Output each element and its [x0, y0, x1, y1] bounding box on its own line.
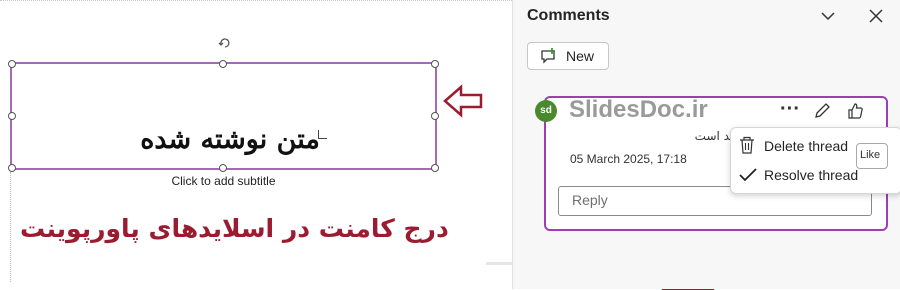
ruler-dotted-line [0, 0, 512, 9]
subtitle-placeholder[interactable]: Click to add subtitle [10, 174, 437, 188]
resize-handle[interactable] [431, 164, 439, 172]
comment-timestamp: 05 March 2025, 17:18 [570, 152, 687, 166]
resize-handle[interactable] [219, 164, 227, 172]
avatar: sd [535, 100, 557, 122]
slide-title-text[interactable]: متن نوشته شده [40, 124, 420, 155]
new-button-label: New [566, 48, 595, 64]
new-comment-icon [541, 48, 555, 64]
close-icon[interactable] [866, 6, 886, 26]
checkmark-icon [739, 168, 757, 182]
arrow-left-annotation [443, 84, 483, 118]
rotate-handle-icon[interactable] [218, 36, 232, 50]
resize-handle[interactable] [8, 112, 16, 120]
more-options-button[interactable]: ··· [780, 98, 800, 121]
scroll-thumb[interactable] [486, 262, 512, 265]
chevron-down-icon[interactable] [818, 6, 838, 26]
guide-line [10, 172, 11, 282]
delete-thread-menu-item[interactable]: Delete thread [764, 138, 848, 154]
resize-handle[interactable] [8, 60, 16, 68]
tooltip-text: Like [860, 149, 881, 161]
reply-placeholder: Reply [572, 192, 608, 208]
comment-marker[interactable] [318, 130, 327, 139]
resize-handle[interactable] [219, 60, 227, 68]
resize-handle[interactable] [431, 60, 439, 68]
trash-icon [740, 136, 754, 154]
resolve-thread-menu-item[interactable]: Resolve thread [764, 167, 858, 183]
comment-author: SlidesDoc.ir [569, 96, 708, 123]
like-icon[interactable] [845, 101, 865, 121]
annotation-caption: درج کامنت در اسلایدهای پاورپوینت [20, 214, 449, 243]
resize-handle[interactable] [431, 112, 439, 120]
pane-title: Comments [527, 7, 610, 24]
resize-handle[interactable] [8, 164, 16, 172]
edit-icon[interactable] [813, 102, 831, 120]
